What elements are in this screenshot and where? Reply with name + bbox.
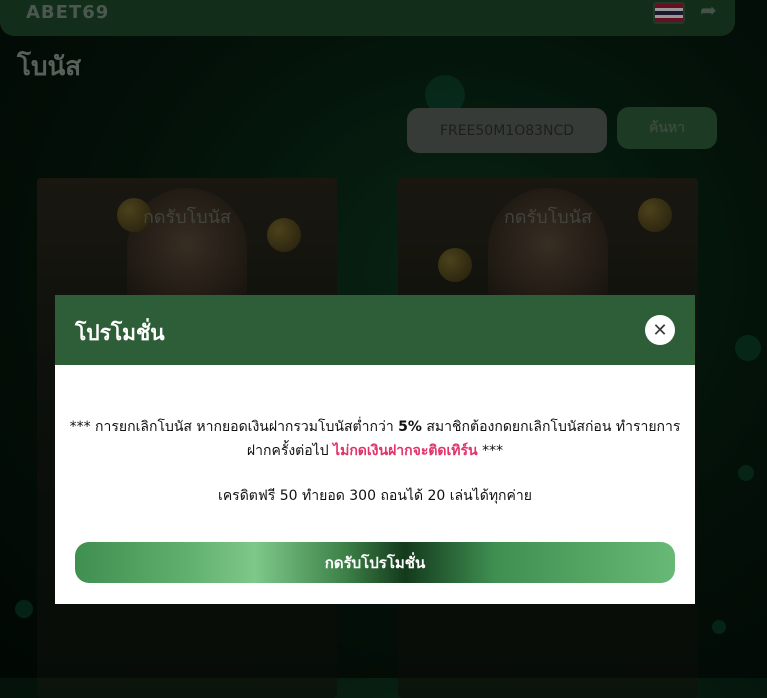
promotion-modal: โปรโมชั่น ✕ *** การยกเลิกโบนัส หากยอดเงิ… [55, 295, 695, 604]
notice-percent: 5% [398, 419, 422, 435]
claim-promotion-button[interactable]: กดรับโปรโมชั่น [75, 542, 675, 583]
notice-prefix: *** การยกเลิกโบนัส หากยอดเงินฝากรวมโบนัส… [69, 419, 399, 435]
modal-header: โปรโมชั่น ✕ [55, 295, 695, 365]
notice-suffix: *** [477, 443, 504, 459]
notice-warning: ไม่กดเงินฝากจะติดเทิร์น [333, 443, 478, 459]
bonus-cancel-notice: *** การยกเลิกโบนัส หากยอดเงินฝากรวมโบนัส… [65, 415, 685, 463]
close-icon[interactable]: ✕ [645, 315, 675, 345]
credit-terms: เครดิตฟรี 50 ทำยอด 300 ถอนได้ 20 เล่นได้… [218, 488, 532, 504]
modal-body: *** การยกเลิกโบนัส หากยอดเงินฝากรวมโบนัส… [55, 365, 695, 604]
modal-title: โปรโมชั่น [75, 321, 165, 345]
